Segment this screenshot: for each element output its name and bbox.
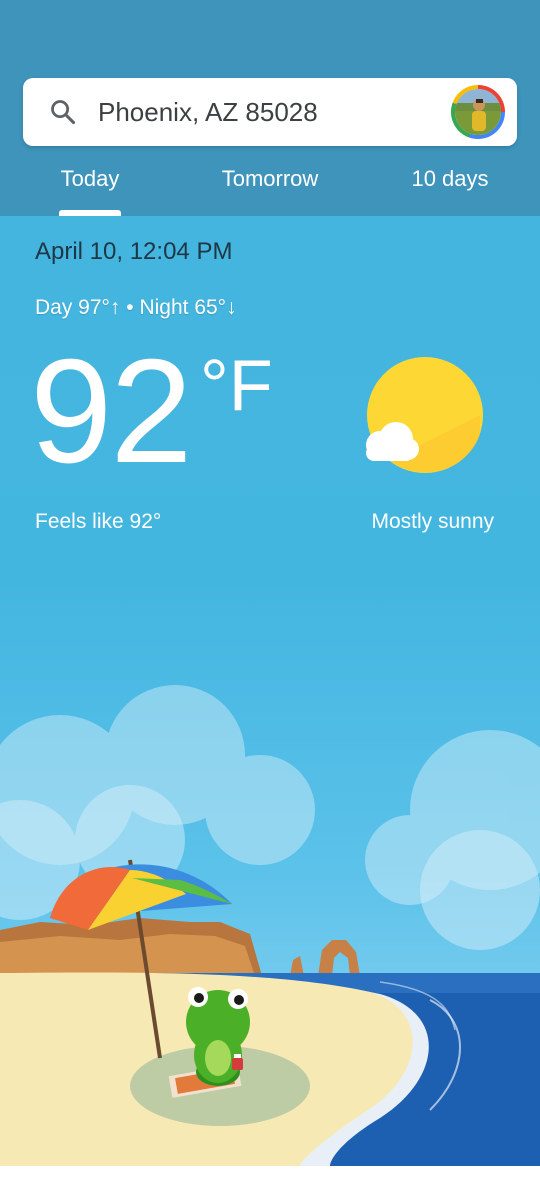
- avatar-photo: [455, 89, 501, 135]
- search-icon[interactable]: [49, 98, 77, 126]
- tab-today[interactable]: Today: [30, 166, 150, 192]
- day-night-temperatures: Day 97°↑ • Night 65°↓: [35, 296, 237, 319]
- sun-with-cloud-icon: [366, 357, 483, 473]
- weather-condition: Mostly sunny: [371, 510, 494, 533]
- weather-app: Phoenix, AZ 85028 Today Tomorrow 10 days: [0, 0, 540, 1166]
- tab-10-days[interactable]: 10 days: [395, 166, 505, 192]
- tab-tomorrow[interactable]: Tomorrow: [200, 166, 340, 192]
- temperature-unit[interactable]: °F: [200, 346, 273, 426]
- current-temperature: 92: [30, 329, 193, 494]
- date-time: April 10, 12:04 PM: [35, 238, 233, 265]
- bottom-strip: [0, 1166, 540, 1200]
- selected-tab-indicator: [59, 210, 121, 216]
- header: Phoenix, AZ 85028 Today Tomorrow 10 days: [0, 0, 540, 216]
- avatar[interactable]: [451, 85, 505, 139]
- beach-frog-illustration: [0, 685, 540, 1166]
- feels-like-temperature: Feels like 92°: [35, 510, 162, 533]
- search-location-text[interactable]: Phoenix, AZ 85028: [98, 78, 318, 146]
- search-bar[interactable]: Phoenix, AZ 85028: [23, 78, 517, 146]
